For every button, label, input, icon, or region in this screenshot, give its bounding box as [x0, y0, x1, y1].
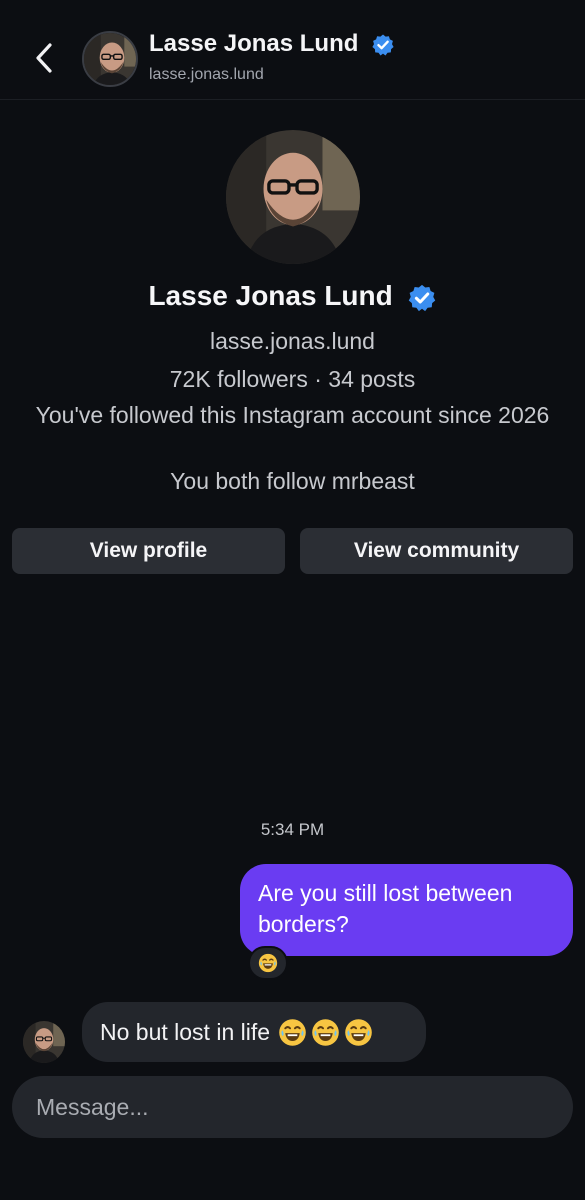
view-profile-button[interactable]: View profile — [12, 528, 285, 574]
header-display-name-row[interactable]: Lasse Jonas Lund — [149, 30, 395, 58]
incoming-message-text: No but lost in life — [100, 1018, 271, 1045]
laughing-emoji-icon — [311, 1018, 340, 1047]
view-community-button[interactable]: View community — [300, 528, 573, 574]
outgoing-message-text: Are you still lost between borders? — [258, 880, 513, 937]
profile-stats: 72K followers · 34 posts — [169, 366, 416, 392]
chevron-left-icon — [36, 43, 52, 73]
profile-mutual-follow: You both follow mrbeast — [170, 468, 415, 494]
profile-display-name-row: Lasse Jonas Lund — [0, 280, 585, 313]
thread-header: Lasse Jonas Lund lasse.jonas.lund — [0, 0, 585, 100]
laughing-emoji-icon — [278, 1018, 307, 1047]
back-button[interactable] — [28, 38, 62, 78]
incoming-emoji-row — [278, 1018, 373, 1047]
outgoing-message-bubble[interactable]: Are you still lost between borders? — [240, 864, 573, 956]
dm-thread-screen: Lasse Jonas Lund lasse.jonas.lund Lasse … — [0, 0, 585, 1200]
laughing-emoji-icon — [258, 953, 278, 973]
message-reaction[interactable] — [248, 946, 288, 980]
profile-followed-since: You've followed this Instagram account s… — [35, 402, 550, 428]
profile-avatar[interactable] — [226, 130, 360, 264]
header-username: lasse.jonas.lund — [149, 66, 264, 83]
verified-badge-icon — [371, 33, 395, 57]
sender-avatar[interactable] — [23, 1021, 65, 1063]
message-timestamp: 5:34 PM — [260, 820, 325, 839]
header-avatar[interactable] — [82, 31, 138, 87]
profile-username: lasse.jonas.lund — [210, 328, 375, 354]
verified-badge-icon — [407, 283, 437, 313]
incoming-message-bubble[interactable]: No but lost in life — [82, 1002, 426, 1062]
message-input[interactable] — [12, 1076, 573, 1138]
profile-display-name: Lasse Jonas Lund — [148, 280, 393, 311]
laughing-emoji-icon — [344, 1018, 373, 1047]
header-display-name: Lasse Jonas Lund — [149, 30, 359, 57]
